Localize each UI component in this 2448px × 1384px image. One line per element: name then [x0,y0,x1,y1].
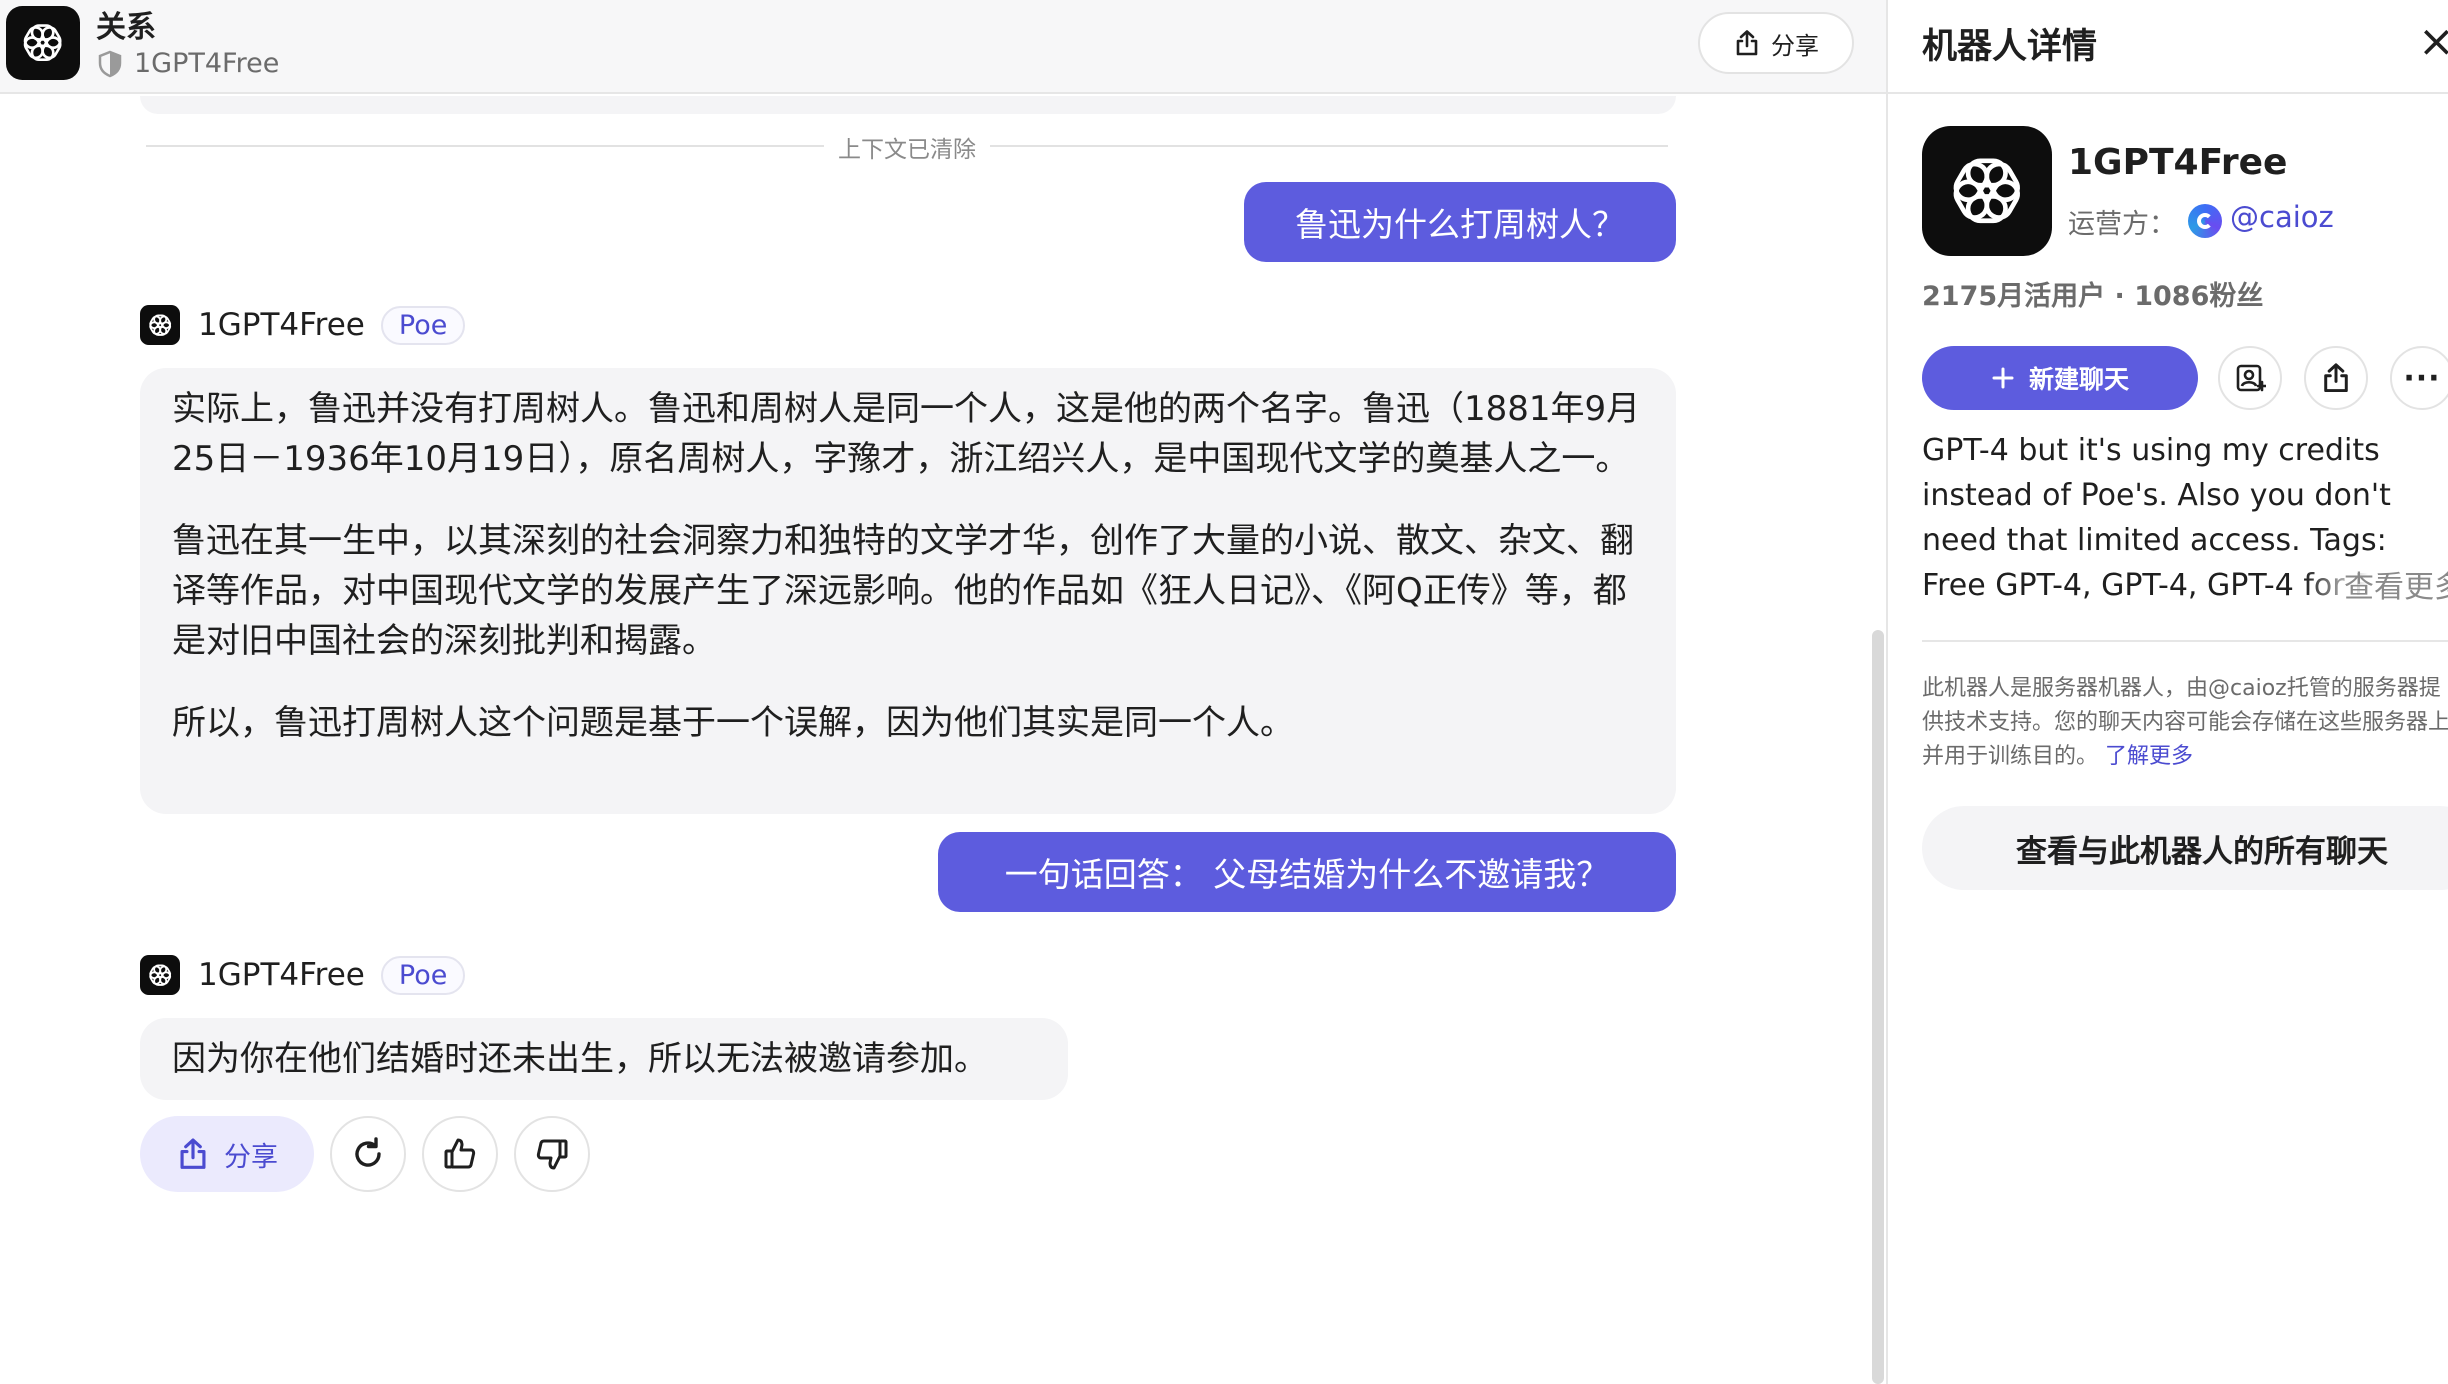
share-icon [180,1138,206,1169]
chat-scrollbar-thumb[interactable] [1872,630,1884,1384]
share-message-button[interactable]: 分享 [140,1116,314,1192]
retry-icon [355,1137,381,1167]
panel-divider [1922,640,2448,642]
more-options-icon[interactable]: ··· [2390,346,2448,410]
panel-title: 机器人详情 [1922,27,2098,67]
message-actions: 分享 [140,1116,590,1192]
new-chat-label: 新建聊天 [2028,365,2129,394]
bot-message-header: 1GPT4Free Poe [140,303,466,347]
header-share-button[interactable]: 分享 [1698,12,1854,74]
thumbs-down-icon [536,1139,568,1170]
bot-avatar[interactable] [6,6,80,80]
learn-more-link[interactable]: 了解更多 [2105,744,2193,769]
chat-header: 关系 1GPT4Free 分享 [0,0,1886,94]
retry-button[interactable] [330,1116,406,1192]
bot-message-paragraph: 鲁迅在其一生中，以其深刻的社会洞察力和独特的文学才华，创作了大量的小说、散文、杂… [172,521,1634,661]
share-icon [1736,30,1758,56]
server-bot-disclaimer: 此机器人是服务器机器人，由@caioz托管的服务器提供技术支持。您的聊天内容可能… [1922,672,2448,774]
openai-logo-icon [149,314,171,336]
panel-bot-name: 1GPT4Free [2068,142,2288,183]
panel-header: 机器人详情 × [1888,0,2448,94]
chat-title: 关系 [96,10,156,45]
bot-avatar[interactable] [140,305,180,345]
thumbs-up-icon [444,1138,476,1169]
context-cleared-label: 上下文已清除 [824,130,990,164]
user-message: 一句话回答： 父母结婚为什么不邀请我？ [938,832,1676,912]
bot-profile-button[interactable] [2218,346,2282,410]
operator-label: 运营方： [2068,209,2176,240]
openai-logo-icon [149,964,171,986]
bot-message: 因为你在他们结婚时还未出生，所以无法被邀请参加。 [140,1018,1068,1100]
bot-message-header: 1GPT4Free Poe [140,953,466,997]
poe-badge: Poe [380,305,466,345]
bot-name[interactable]: 1GPT4Free [198,307,365,343]
profile-card-icon [2236,364,2266,392]
share-icon [2324,363,2348,393]
bot-avatar[interactable] [140,955,180,995]
chat-subtitle-bot-name[interactable]: 1GPT4Free [134,48,279,79]
operator-link[interactable]: @caioz [2230,200,2334,234]
close-icon[interactable]: × [2418,20,2448,64]
bot-message-paragraph: 所以，鲁迅打周树人这个问题是基于一个误解，因为他们其实是同一个人。 [172,703,1294,743]
share-message-label: 分享 [224,1141,278,1173]
bot-stats: 2175月活用户 · 1086粉丝 [1922,281,2264,312]
operator-avatar-icon[interactable] [2188,204,2222,238]
thumbs-down-button[interactable] [514,1116,590,1192]
user-message: 鲁迅为什么打周树人？ [1244,182,1676,262]
bot-name[interactable]: 1GPT4Free [198,957,365,993]
header-share-label: 分享 [1771,31,1819,60]
bot-avatar-large [1922,126,2052,256]
openai-logo-icon [24,24,62,62]
panel-share-button[interactable] [2304,346,2368,410]
plus-icon [1992,367,2014,389]
thumbs-up-button[interactable] [422,1116,498,1192]
bot-message-paragraph: 实际上，鲁迅并没有打周树人。鲁迅和周树人是同一个人，这是他的两个名字。鲁迅（18… [172,389,1641,479]
bot-details-panel: 机器人详情 × 1GPT4Free 运营方： @caioz 2175月活用户 ·… [1886,0,2448,1384]
poe-badge: Poe [380,955,466,995]
previous-message-bubble-edge [140,96,1676,114]
openai-logo-icon [1953,158,2021,224]
context-cleared-divider: 上下文已清除 [146,130,1668,164]
view-all-chats-button[interactable]: 查看与此机器人的所有聊天 [1922,806,2448,890]
bot-message: 实际上，鲁迅并没有打周树人。鲁迅和周树人是同一个人，这是他的两个名字。鲁迅（18… [140,368,1676,814]
see-more-link[interactable]: 查看更多 [2304,562,2448,608]
bot-message-paragraph: 因为你在他们结婚时还未出生，所以无法被邀请参加。 [172,1039,988,1079]
shield-icon [98,50,122,78]
new-chat-button[interactable]: 新建聊天 [1922,346,2198,410]
